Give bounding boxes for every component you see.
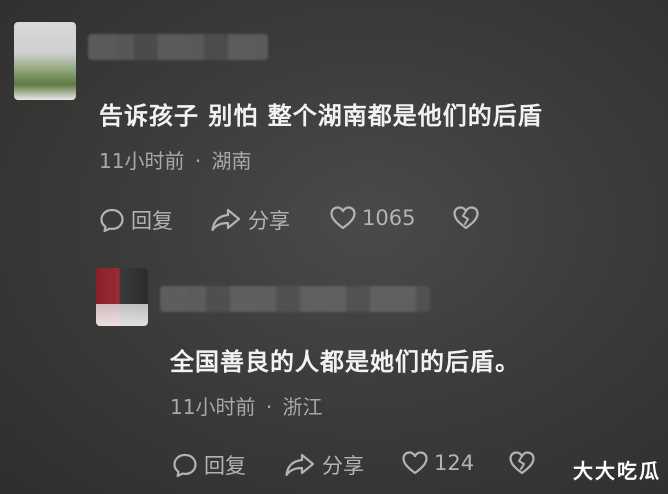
heart-icon xyxy=(330,206,356,230)
reply-comment-meta: 11小时前 · 浙江 xyxy=(170,391,323,420)
comment-meta: 11小时前 · 湖南 xyxy=(99,145,252,174)
reply-label: 回复 xyxy=(131,209,173,233)
heart-icon xyxy=(402,451,428,475)
reply-label: 回复 xyxy=(204,454,246,478)
comment-text: 告诉孩子 别怕 整个湖南都是他们的后盾 xyxy=(99,102,543,130)
watermark-text: 大大吃瓜 xyxy=(573,459,661,483)
dislike-button[interactable] xyxy=(452,205,480,231)
reply-comment-location: 浙江 xyxy=(282,395,323,419)
reply-avatar[interactable] xyxy=(96,268,148,326)
broken-heart-icon xyxy=(453,206,479,230)
reply-comment-time: 11小时前 xyxy=(170,395,256,419)
share-label: 分享 xyxy=(248,209,290,233)
like-button[interactable]: 124 xyxy=(401,450,474,476)
like-count: 124 xyxy=(434,451,475,475)
share-arrow-icon xyxy=(211,208,241,232)
dislike-button[interactable] xyxy=(508,450,536,476)
share-label: 分享 xyxy=(322,454,364,478)
reply-button[interactable]: 回复 xyxy=(172,450,246,480)
reply-button[interactable]: 回复 xyxy=(99,205,173,235)
meta-separator: · xyxy=(194,149,202,173)
reply-bubble-icon xyxy=(173,453,197,478)
reply-bubble-icon xyxy=(100,208,124,233)
comment-time: 11小时前 xyxy=(99,149,185,173)
username-blurred[interactable] xyxy=(88,34,268,60)
share-arrow-icon xyxy=(285,453,315,477)
reply-comment-text: 全国善良的人都是她们的后盾。 xyxy=(170,348,520,376)
broken-heart-icon xyxy=(509,451,535,475)
avatar[interactable] xyxy=(14,22,76,100)
share-button[interactable]: 分享 xyxy=(284,450,364,480)
like-button[interactable]: 1065 xyxy=(329,205,415,231)
share-button[interactable]: 分享 xyxy=(210,205,290,235)
comment-location: 湖南 xyxy=(211,149,252,173)
like-count: 1065 xyxy=(362,206,416,230)
reply-username-blurred[interactable] xyxy=(160,286,430,312)
meta-separator: · xyxy=(265,395,273,419)
